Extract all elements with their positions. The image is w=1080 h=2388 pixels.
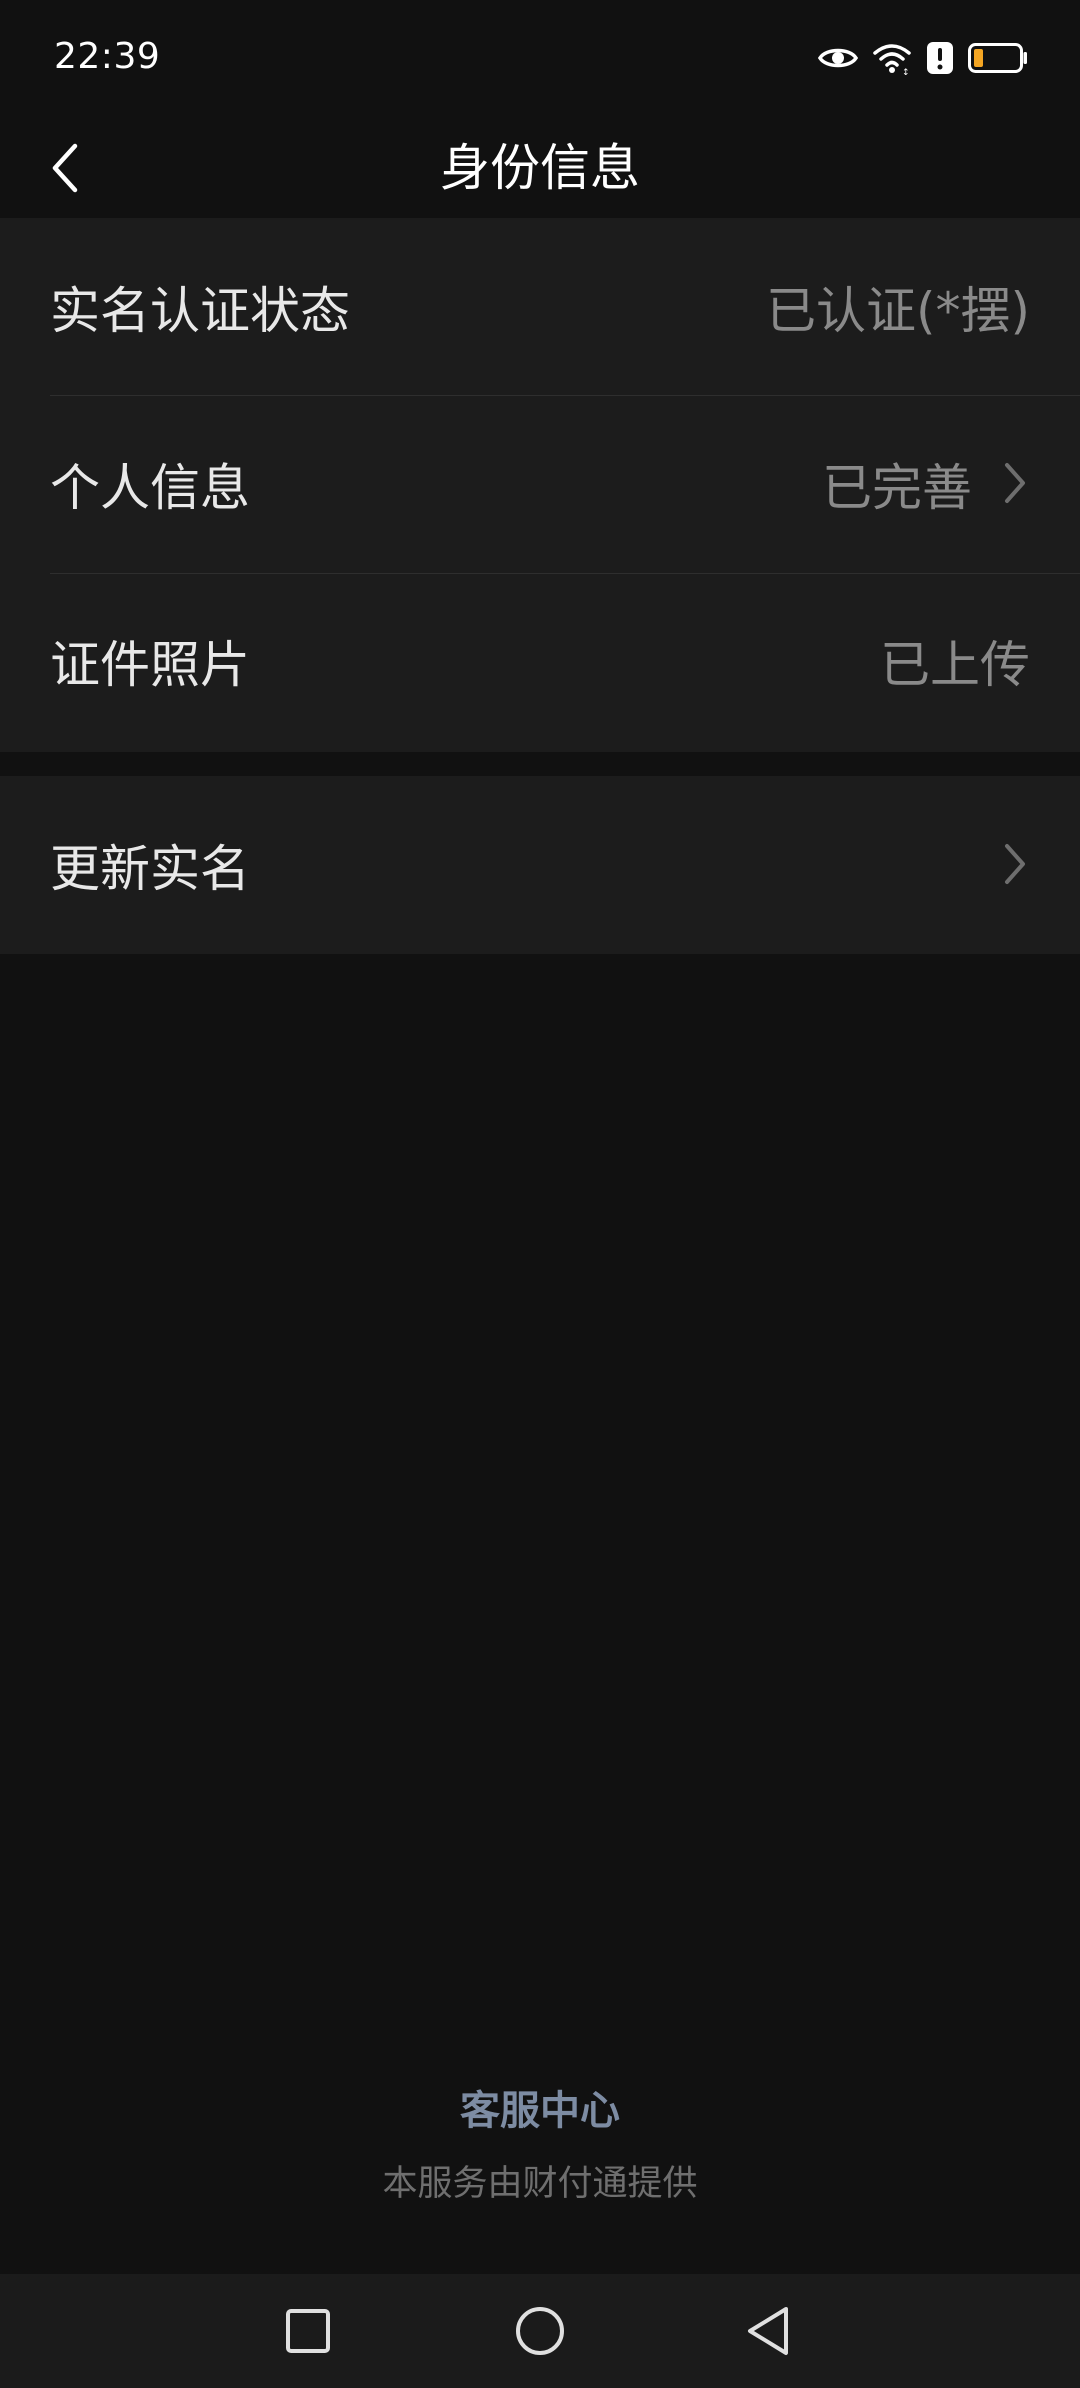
svg-text:↕: ↕	[902, 68, 910, 75]
back-triangle-icon	[748, 2307, 788, 2355]
home-icon	[516, 2307, 564, 2355]
personal-info-value: 已完善	[822, 458, 972, 517]
update-group: 更新实名	[0, 776, 1080, 954]
back-nav-button[interactable]	[738, 2301, 798, 2361]
status-icons: ↕	[818, 36, 1028, 80]
home-button[interactable]	[510, 2301, 570, 2361]
provider-note: 本服务由财付通提供	[382, 2164, 698, 2204]
recent-apps-button[interactable]	[278, 2301, 338, 2361]
recent-apps-icon	[286, 2309, 330, 2353]
identity-info-group: 实名认证状态 已认证(*摆) 个人信息 已完善 证件照片 已上传	[0, 218, 1080, 752]
verification-status-value: 已认证(*摆)	[765, 281, 1030, 340]
id-photos-value: 已上传	[880, 635, 1030, 694]
eye-icon	[818, 44, 858, 72]
status-time: 22:39	[54, 36, 161, 77]
list-item-verification-status: 实名认证状态 已认证(*摆)	[0, 218, 1080, 395]
list-item-id-photos: 证件照片 已上传	[0, 572, 1080, 749]
battery-icon	[968, 42, 1028, 74]
page-title: 身份信息	[440, 139, 640, 197]
alert-icon	[926, 41, 954, 75]
header: 身份信息	[0, 118, 1080, 218]
chevron-right-icon	[1005, 844, 1025, 884]
list-item-personal-info[interactable]: 个人信息 已完善	[0, 395, 1080, 572]
status-bar: 22:39 ↕	[0, 0, 1080, 118]
wifi-icon: ↕	[872, 41, 912, 75]
personal-info-label: 个人信息	[50, 458, 250, 517]
list-item-update-real-name[interactable]: 更新实名	[0, 776, 1080, 953]
chevron-right-icon	[1005, 463, 1025, 503]
customer-service-link[interactable]: 客服中心	[0, 2078, 1080, 2136]
update-real-name-label: 更新实名	[50, 839, 250, 898]
system-nav-bar	[0, 2274, 1080, 2388]
verification-status-label: 实名认证状态	[50, 281, 350, 340]
id-photos-label: 证件照片	[50, 635, 250, 694]
